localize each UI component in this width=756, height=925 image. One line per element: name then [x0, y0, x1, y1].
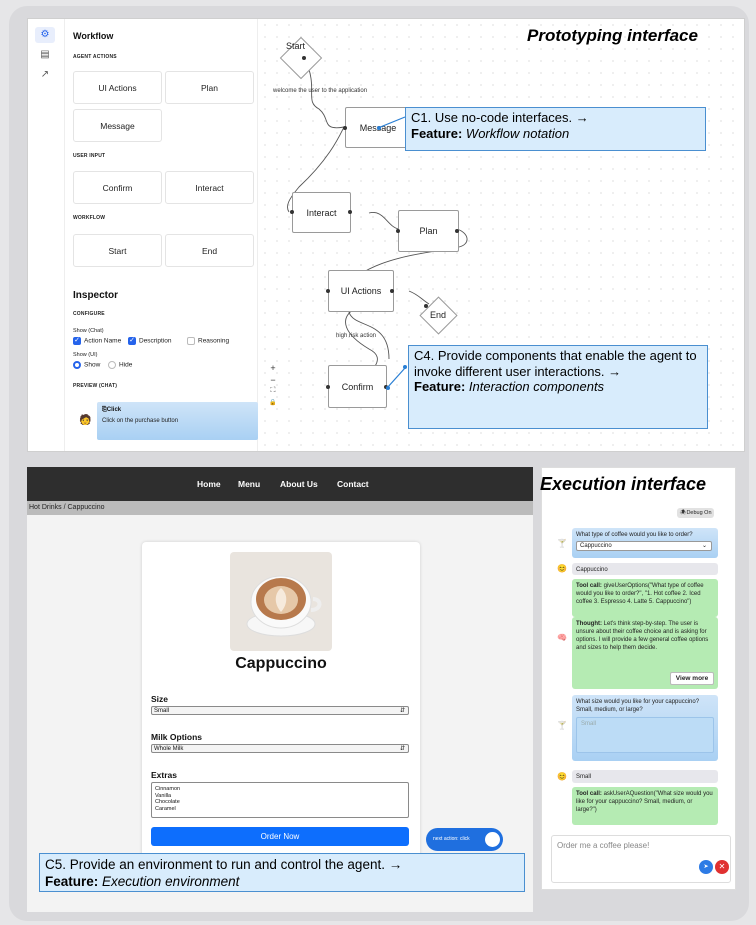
- top-navigation: Home Menu About Us Contact: [27, 467, 533, 501]
- product-name: Cappuccino: [235, 655, 327, 672]
- product-card: Cappuccino Size Small ⇵ Milk Options Whol…: [142, 542, 420, 872]
- coffee-type-select[interactable]: Cappuccino ⌄: [576, 541, 712, 551]
- size-label: Size: [151, 694, 169, 704]
- stop-icon[interactable]: ✕: [715, 860, 729, 874]
- coffee-shop-app: Home Menu About Us Contact Hot Drinks / …: [27, 467, 533, 912]
- cappuccino-image: [230, 552, 332, 651]
- callout-c5-text: C5. Provide an environment to run and co…: [45, 857, 403, 872]
- callout-c5-feature-label: Feature:: [45, 874, 99, 889]
- nav-home[interactable]: Home: [197, 479, 221, 489]
- execution-title: Execution interface: [540, 474, 707, 494]
- chat-input[interactable]: Order me a coffee please!: [551, 835, 731, 883]
- nav-menu[interactable]: Menu: [238, 479, 260, 489]
- agent-question-bubble: What size would you like for your cappuc…: [572, 695, 718, 761]
- extras-listbox[interactable]: Cinnamon Vanilla Chocolate Caramel: [151, 782, 409, 818]
- tool-call-bubble: Tool call: giveUserOptions("What type of…: [572, 579, 718, 617]
- cursor-pointer-icon: [485, 832, 500, 847]
- select-arrow-icon: ⇵: [399, 746, 405, 752]
- agent-avatar-icon: 🍸: [557, 539, 567, 548]
- send-icon[interactable]: ➤: [699, 860, 713, 874]
- nav-contact[interactable]: Contact: [337, 479, 369, 489]
- user-avatar-icon: 😊: [557, 772, 567, 781]
- user-avatar-icon: 😊: [557, 564, 567, 573]
- tool-call-label: Tool call:: [576, 583, 602, 589]
- tool-call-label: Tool call:: [576, 791, 602, 797]
- debug-toggle[interactable]: 🕷Debug On: [677, 508, 714, 518]
- agent-chat-panel: 🕷Debug On 🍸 What type of coffee would yo…: [541, 467, 736, 890]
- thought-label: Thought:: [576, 621, 602, 627]
- agent-question-text: What size would you like for your cappuc…: [576, 699, 700, 713]
- agent-avatar-icon: 🍸: [557, 721, 567, 730]
- select-arrow-icon: ⇵: [399, 708, 405, 714]
- tool-call-bubble: Tool call: askUserAQuestion("What size w…: [572, 787, 718, 825]
- size-answer-input[interactable]: Small: [576, 717, 714, 753]
- user-message-bubble: Small: [572, 770, 718, 783]
- order-now-button[interactable]: Order Now: [151, 827, 409, 846]
- extra-option[interactable]: Caramel: [155, 806, 405, 813]
- next-action-indicator: next action: click: [426, 828, 503, 851]
- agent-question-text: What type of coffee would you like to or…: [576, 532, 693, 538]
- agent-thought-icon: 🧠: [557, 633, 567, 642]
- milk-label: Milk Options: [151, 732, 202, 742]
- extras-label: Extras: [151, 770, 177, 780]
- size-select[interactable]: Small ⇵: [151, 706, 409, 715]
- user-message-bubble: Cappuccino: [572, 563, 718, 575]
- callout-c5-feature-value: Execution environment: [102, 874, 240, 889]
- thought-bubble: Thought: Let's think step-by-step. The u…: [572, 617, 718, 689]
- milk-select[interactable]: Whole Milk ⇵: [151, 744, 409, 753]
- view-more-button[interactable]: View more: [670, 672, 714, 685]
- nav-about-us[interactable]: About Us: [280, 479, 318, 489]
- chevron-down-icon: ⌄: [701, 543, 707, 549]
- next-action-text: next action: click: [433, 836, 470, 842]
- breadcrumb: Hot Drinks / Cappuccino: [27, 501, 533, 515]
- agent-question-bubble: What type of coffee would you like to or…: [572, 528, 718, 558]
- callout-c5: C5. Provide an environment to run and co…: [39, 853, 525, 892]
